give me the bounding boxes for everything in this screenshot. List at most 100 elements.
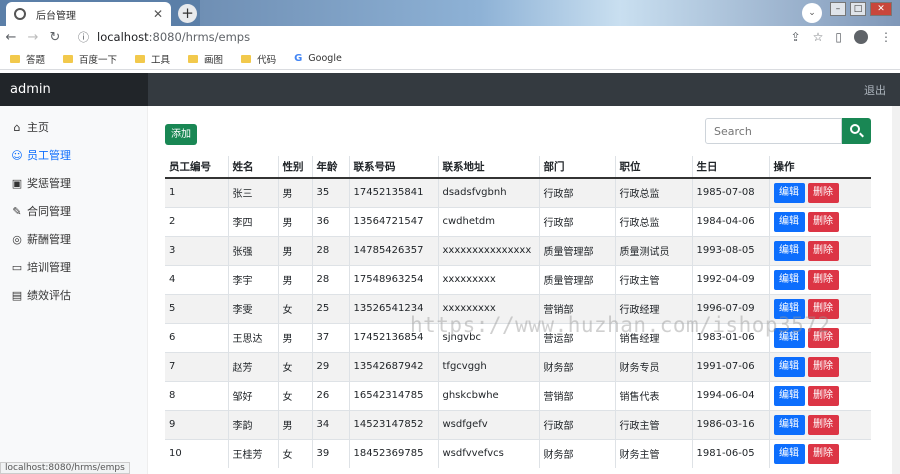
close-window-icon[interactable]: ✕ [870, 2, 892, 16]
actions-cell: 编辑 删除 [769, 293, 871, 323]
table-cell: 王思达 [228, 322, 279, 352]
table-cell: 行政总监 [615, 206, 693, 236]
sidebar-item-salary[interactable]: ◎ 薪酬管理 [0, 225, 147, 253]
edit-button[interactable]: 编辑 [773, 240, 805, 261]
delete-button[interactable]: 删除 [807, 414, 839, 435]
table-cell: 4 [165, 264, 229, 294]
table-cell: 5 [165, 293, 229, 323]
table-cell: 行政部 [539, 177, 616, 207]
sidebar-item-employees[interactable]: ☺ 员工管理 [0, 141, 147, 169]
edit-button[interactable]: 编辑 [773, 269, 805, 290]
table-cell: 1 [165, 177, 229, 207]
folder-icon [10, 54, 20, 63]
table-cell: 34 [312, 409, 350, 439]
edit-button[interactable]: 编辑 [773, 211, 805, 232]
bookmark-item[interactable]: 工具 [135, 52, 170, 66]
logout-link[interactable]: 退出 [864, 82, 900, 98]
delete-button[interactable]: 删除 [807, 182, 839, 203]
bookmark-item[interactable]: G Google [294, 53, 342, 64]
table-row: 4 李宇男 28 17548963254 xxxxxxxxx 质量管理部 行政主管 1992-… [165, 264, 871, 294]
sidebar-item-performance[interactable]: ▤ 绩效评估 [0, 281, 147, 309]
actions-cell: 编辑 删除 [769, 206, 871, 236]
column-header: 年龄 [312, 156, 350, 179]
table-row: 7 赵芳女 29 13542687942 tfgcvggh 财务部 财务专员 1991-07-… [165, 351, 871, 381]
table-cell: 35 [312, 177, 350, 207]
bookmark-item[interactable]: 画图 [188, 52, 223, 66]
bookmark-item[interactable]: 百度一下 [63, 52, 117, 66]
delete-button[interactable]: 删除 [807, 269, 839, 290]
menu-icon[interactable]: ⋮ [880, 30, 892, 44]
edit-button[interactable]: 编辑 [773, 443, 805, 464]
edit-button[interactable]: 编辑 [773, 414, 805, 435]
table-cell: 2 [165, 206, 229, 236]
table-cell: 8 [165, 380, 229, 410]
sidebar-item-contracts[interactable]: ✎ 合同管理 [0, 197, 147, 225]
delete-button[interactable]: 删除 [807, 443, 839, 464]
table-cell: 财务部 [539, 351, 616, 381]
url-text: localhost:8080/hrms/emps [97, 30, 251, 44]
profile-avatar-icon[interactable] [854, 30, 868, 44]
table-cell: 13564721547 [349, 206, 439, 236]
search-button[interactable] [842, 118, 871, 144]
table-cell: 1992-04-09 [692, 264, 770, 294]
forward-icon[interactable]: → [22, 30, 44, 45]
edit-button[interactable]: 编辑 [773, 327, 805, 348]
table-cell: 1994-06-04 [692, 380, 770, 410]
add-employee-button[interactable]: 添加 [165, 124, 197, 145]
delete-button[interactable]: 删除 [807, 327, 839, 348]
delete-button[interactable]: 删除 [807, 240, 839, 261]
bookmark-item[interactable]: 代码 [241, 52, 276, 66]
globe-icon [14, 8, 26, 20]
actions-cell: 编辑 删除 [769, 235, 871, 265]
delete-button[interactable]: 删除 [807, 385, 839, 406]
table-cell: 1991-07-06 [692, 351, 770, 381]
main-content: 添加 员工编号 姓名 性别 年龄 联系号码 联系地址 部门 职位 生日 操作 1… [148, 106, 900, 474]
bookmarks-bar: 答题 百度一下 工具 画图 代码 G Google [0, 48, 900, 70]
folder-icon [241, 54, 252, 63]
browser-tab[interactable]: 后台管理 ✕ [6, 2, 171, 26]
table-row: 3 张强男 28 14785426357 xxxxxxxxxxxxxxx 质量管理部 质量测… [165, 235, 871, 265]
maximize-icon[interactable]: □ [850, 2, 866, 16]
sidebar-item-rewards[interactable]: ▣ 奖惩管理 [0, 169, 147, 197]
table-cell: 男 [278, 177, 313, 207]
sidebar-item-training[interactable]: ▭ 培训管理 [0, 253, 147, 281]
brand[interactable]: admin [0, 73, 148, 106]
table-cell: 17548963254 [349, 264, 439, 294]
table-cell: 女 [278, 293, 313, 323]
edit-button[interactable]: 编辑 [773, 182, 805, 203]
tab-close-icon[interactable]: ✕ [153, 7, 163, 21]
edit-button[interactable]: 编辑 [773, 298, 805, 319]
scrollbar[interactable] [892, 106, 900, 474]
table-cell: 13542687942 [349, 351, 439, 381]
bookmark-item[interactable]: 答题 [10, 52, 45, 66]
url-input[interactable]: ⓘ localhost:8080/hrms/emps [78, 27, 738, 47]
sidebar-item-home[interactable]: ⌂ 主页 [0, 113, 147, 141]
tab-search-icon[interactable]: ⌄ [802, 3, 822, 23]
delete-button[interactable]: 删除 [807, 298, 839, 319]
share-icon[interactable]: ⇪ [791, 30, 801, 44]
table-cell: 张强 [228, 235, 279, 265]
reload-icon[interactable]: ↻ [44, 30, 66, 45]
bookmark-star-icon[interactable]: ☆ [813, 30, 824, 44]
edit-button[interactable]: 编辑 [773, 356, 805, 377]
table-cell: 行政部 [539, 409, 616, 439]
back-icon[interactable]: ← [0, 30, 22, 45]
edit-button[interactable]: 编辑 [773, 385, 805, 406]
table-cell: 13526541234 [349, 293, 439, 323]
new-tab-button[interactable]: + [178, 4, 197, 23]
table-cell: 李雯 [228, 293, 279, 323]
delete-button[interactable]: 删除 [807, 211, 839, 232]
table-cell: wsdfgefv [438, 409, 540, 439]
table-cell: 1996-07-09 [692, 293, 770, 323]
money-icon: ◎ [12, 232, 22, 246]
table-cell: 37 [312, 322, 350, 352]
table-cell: 财务部 [539, 438, 616, 468]
delete-button[interactable]: 删除 [807, 356, 839, 377]
table-cell: dsadsfvgbnh [438, 177, 540, 207]
search-input[interactable] [705, 118, 842, 144]
side-panel-icon[interactable]: ▯ [835, 30, 842, 44]
minimize-icon[interactable]: – [830, 2, 846, 16]
site-info-icon[interactable]: ⓘ [78, 29, 89, 45]
table-cell: 1981-06-05 [692, 438, 770, 468]
table-cell: 1985-07-08 [692, 177, 770, 207]
